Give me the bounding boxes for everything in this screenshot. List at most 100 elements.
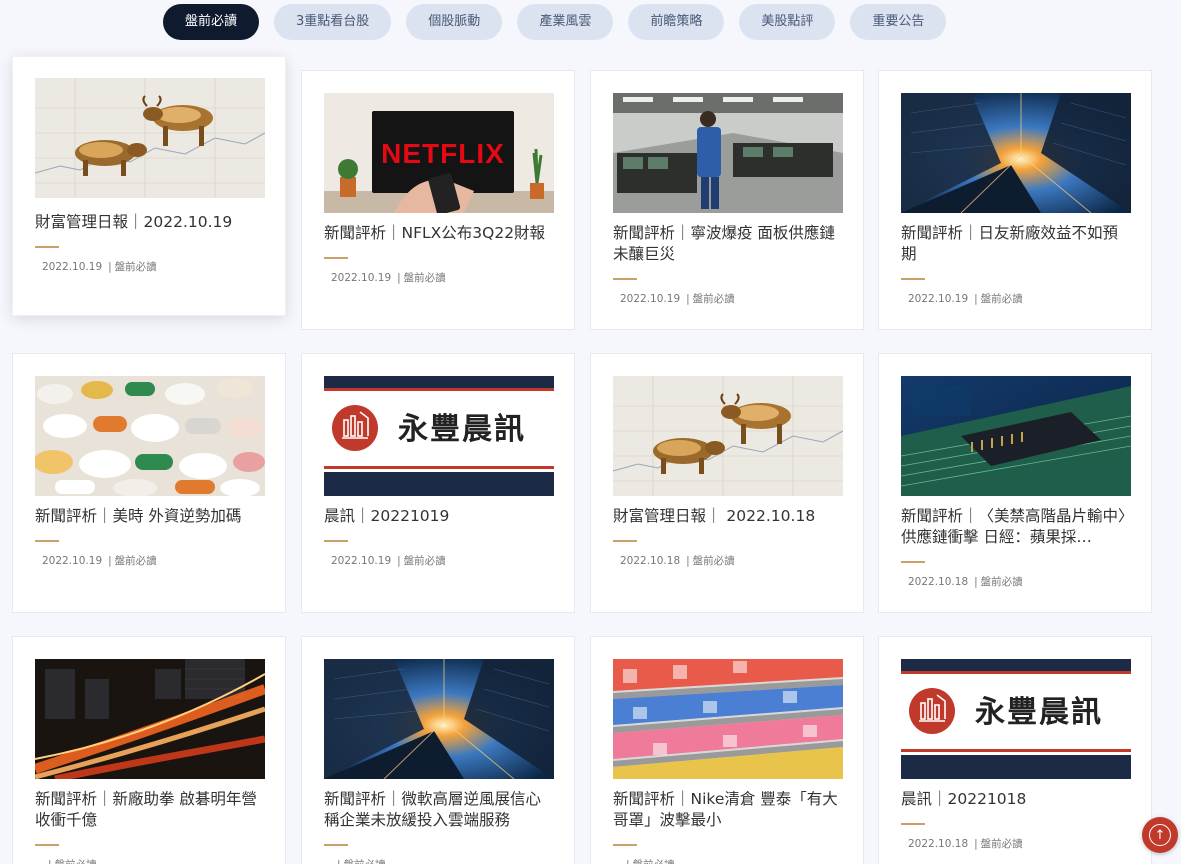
article-title[interactable]: 新聞評析｜NFLX公布3Q22財報 [324, 223, 556, 244]
article-card[interactable]: 新聞評析｜Nike清倉 豐泰「有大哥罩」波擊最小 |盤前必讀 [590, 636, 864, 864]
circuit-board-icon[interactable] [901, 376, 1131, 496]
accent-divider [901, 278, 925, 280]
accent-divider [324, 540, 348, 542]
article-meta: |盤前必讀 [620, 857, 675, 864]
article-date: 2022.10.19 [42, 261, 103, 273]
article-card[interactable]: 新聞評析｜美時 外資逆勢加碼 2022.10.19 | 盤前必讀 [12, 353, 286, 613]
tab-stock-pulse[interactable]: 個股脈動 [406, 4, 503, 40]
bulls-icon[interactable] [35, 78, 265, 198]
meta-separator: | [108, 261, 112, 273]
tab-strategy[interactable]: 前瞻策略 [628, 4, 725, 40]
meta-separator: | [108, 555, 112, 567]
meta-separator: | [974, 838, 978, 850]
article-meta: 2022.10.19 | 盤前必讀 [620, 291, 735, 306]
skyscrapers-icon[interactable] [901, 93, 1131, 213]
article-meta: 2022.10.19 | 盤前必讀 [908, 291, 1023, 306]
netflix-tv-icon[interactable]: NETFLIX [324, 93, 554, 213]
svg-text:NETFLIX: NETFLIX [381, 138, 505, 169]
category-tabs: 盤前必讀 3重點看台股 個股脈動 產業風雲 前瞻策略 美股點評 重要公告 [163, 4, 947, 40]
article-card[interactable]: 永豐晨訊 晨訊｜20221019 2022.10.19 | 盤前必讀 [301, 353, 575, 613]
article-card[interactable]: NETFLIX 新聞評析｜NFLX公布3Q22財報 2022.10.19 | 盤前必讀 [301, 70, 575, 330]
article-meta: 2022.10.18 | 盤前必讀 [908, 836, 1023, 851]
article-meta: 2022.10.19 | 盤前必讀 [331, 270, 446, 285]
bulls-icon[interactable] [613, 376, 843, 496]
meta-separator: | [974, 293, 978, 305]
article-meta: 2022.10.19 | 盤前必讀 [331, 553, 446, 568]
tab-three-points[interactable]: 3重點看台股 [274, 4, 392, 40]
article-card[interactable]: 新聞評析｜微軟高層逆風展信心 稱企業未放緩投入雲端服務 |盤前必讀 [301, 636, 575, 864]
meta-separator: | [974, 576, 978, 588]
article-meta: 2022.10.18 | 盤前必讀 [620, 553, 735, 568]
article-meta: |盤前必讀 [331, 857, 386, 864]
article-title[interactable]: 晨訊｜20221018 [901, 789, 1133, 810]
article-date: 2022.10.18 [908, 838, 969, 850]
accent-divider [901, 823, 925, 825]
article-category[interactable]: 盤前必讀 [693, 555, 735, 567]
article-card[interactable]: 新聞評析｜日友新廠效益不如預期 2022.10.19 | 盤前必讀 [878, 70, 1152, 330]
article-title[interactable]: 晨訊｜20221019 [324, 506, 556, 527]
arrow-up-icon: ↑ [1149, 824, 1171, 846]
article-meta: 2022.10.18 | 盤前必讀 [908, 574, 1023, 589]
accent-divider [35, 540, 59, 542]
factory-icon[interactable] [613, 93, 843, 213]
article-meta: 2022.10.19 | 盤前必讀 [42, 259, 157, 274]
accent-divider [35, 246, 59, 248]
article-title[interactable]: 新聞評析｜Nike清倉 豐泰「有大哥罩」波擊最小 [613, 789, 845, 831]
article-category[interactable]: 盤前必讀 [981, 576, 1023, 588]
article-card[interactable]: 永豐晨訊 晨訊｜20221018 2022.10.18 | 盤前必讀 [878, 636, 1152, 864]
article-title[interactable]: 新聞評析｜美時 外資逆勢加碼 [35, 506, 267, 527]
article-date: 2022.10.19 [331, 555, 392, 567]
article-category[interactable]: 盤前必讀 [693, 293, 735, 305]
article-category[interactable]: 盤前必讀 [404, 272, 446, 284]
accent-divider [324, 844, 348, 846]
article-title[interactable]: 財富管理日報｜ 2022.10.18 [613, 506, 845, 527]
sneakers-icon[interactable] [613, 659, 843, 779]
brand-banner-icon[interactable]: 永豐晨訊 [324, 376, 554, 496]
svg-text:永豐晨訊: 永豐晨訊 [398, 412, 526, 447]
article-meta: 2022.10.19 | 盤前必讀 [42, 553, 157, 568]
tab-pre-market[interactable]: 盤前必讀 [163, 4, 260, 40]
tab-us-stocks[interactable]: 美股點評 [739, 4, 836, 40]
meta-separator: | [626, 859, 630, 864]
skyscrapers-icon[interactable] [324, 659, 554, 779]
article-category[interactable]: 盤前必讀 [55, 859, 97, 864]
article-title[interactable]: 新聞評析｜日友新廠效益不如預期 [901, 223, 1133, 265]
article-category[interactable]: 盤前必讀 [404, 555, 446, 567]
article-category[interactable]: 盤前必讀 [344, 859, 386, 864]
article-title[interactable]: 新聞評析｜寧波爆疫 面板供應鏈未釀巨災 [613, 223, 845, 265]
article-date: 2022.10.18 [620, 555, 681, 567]
accent-divider [613, 844, 637, 846]
article-category[interactable]: 盤前必讀 [981, 838, 1023, 850]
article-category[interactable]: 盤前必讀 [981, 293, 1023, 305]
article-title[interactable]: 財富管理日報｜2022.10.19 [35, 212, 267, 233]
tab-announcements[interactable]: 重要公告 [850, 4, 947, 40]
article-category[interactable]: 盤前必讀 [633, 859, 675, 864]
brand-banner-icon[interactable]: 永豐晨訊 [901, 659, 1131, 779]
accent-divider [35, 844, 59, 846]
article-title[interactable]: 新聞評析｜微軟高層逆風展信心 稱企業未放緩投入雲端服務 [324, 789, 556, 831]
article-card[interactable]: 新聞評析｜〈美禁高階晶片輸中〉供應鏈衝擊 日經：蘋果採… 2022.10.18 | 盤… [878, 353, 1152, 613]
article-title[interactable]: 新聞評析｜〈美禁高階晶片輸中〉供應鏈衝擊 日經：蘋果採… [901, 506, 1133, 548]
article-date: 2022.10.19 [331, 272, 392, 284]
article-category[interactable]: 盤前必讀 [115, 555, 157, 567]
article-card[interactable]: 財富管理日報｜2022.10.19 2022.10.19 | 盤前必讀 [12, 56, 286, 316]
article-category[interactable]: 盤前必讀 [115, 261, 157, 273]
back-to-top-button[interactable]: ↑ [1142, 817, 1178, 853]
accent-divider [901, 561, 925, 563]
article-card[interactable]: 新聞評析｜新廠助拳 啟碁明年營收衝千億 |盤前必讀 [12, 636, 286, 864]
article-card[interactable]: 新聞評析｜寧波爆疫 面板供應鏈未釀巨災 2022.10.19 | 盤前必讀 [590, 70, 864, 330]
article-title[interactable]: 新聞評析｜新廠助拳 啟碁明年營收衝千億 [35, 789, 267, 831]
meta-separator: | [48, 859, 52, 864]
article-date: 2022.10.19 [620, 293, 681, 305]
svg-text:永豐晨訊: 永豐晨訊 [975, 695, 1103, 730]
pills-icon[interactable] [35, 376, 265, 496]
accent-divider [613, 278, 637, 280]
meta-separator: | [337, 859, 341, 864]
article-card[interactable]: 財富管理日報｜ 2022.10.18 2022.10.18 | 盤前必讀 [590, 353, 864, 613]
tab-industry[interactable]: 產業風雲 [517, 4, 614, 40]
article-date: 2022.10.19 [42, 555, 103, 567]
article-meta: |盤前必讀 [42, 857, 97, 864]
meta-separator: | [397, 555, 401, 567]
light-trails-icon[interactable] [35, 659, 265, 779]
accent-divider [324, 257, 348, 259]
